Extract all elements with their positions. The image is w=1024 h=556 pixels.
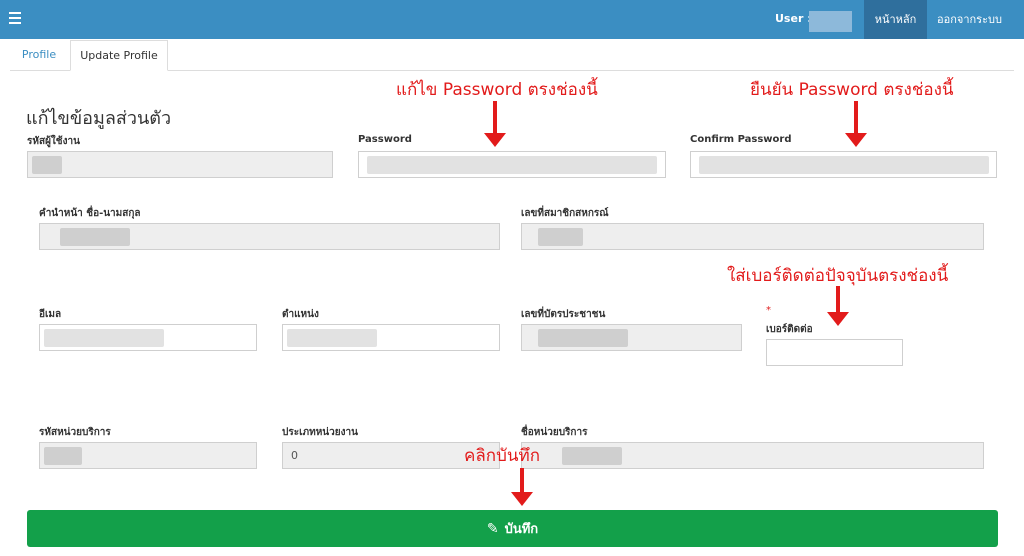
annotation-phone: ใส่เบอร์ติดต่อปัจจุบันตรงช่องนี้ bbox=[727, 266, 949, 286]
redacted-value bbox=[538, 228, 583, 246]
profile-tabs: Profile Update Profile bbox=[10, 40, 1014, 71]
redacted-value bbox=[538, 329, 628, 347]
unit-name-label: ชื่อหน่วยบริการ bbox=[521, 427, 588, 438]
top-navbar: User : หน้าหลัก ออกจากระบบ bbox=[0, 0, 1024, 39]
nav-home-link[interactable]: หน้าหลัก bbox=[864, 0, 927, 39]
annotation-password: แก้ไข Password ตรงช่องนี้ bbox=[396, 80, 598, 100]
arrow-down-icon bbox=[484, 101, 506, 147]
nav-logout-link[interactable]: ออกจากระบบ bbox=[927, 0, 1012, 39]
username-field bbox=[27, 151, 333, 178]
tab-update-profile[interactable]: Update Profile bbox=[70, 40, 168, 71]
arrow-down-icon bbox=[845, 101, 867, 147]
position-label: ตำแหน่ง bbox=[282, 309, 319, 320]
pencil-icon: ✎ bbox=[486, 520, 499, 537]
member-no-field bbox=[521, 223, 984, 250]
redacted-value bbox=[60, 228, 130, 246]
phone-label: เบอร์ติดต่อ bbox=[766, 324, 813, 335]
masked-password bbox=[367, 156, 657, 174]
fullname-label: คำนำหน้า ชื่อ-นามสกุล bbox=[39, 208, 141, 219]
confirm-password-label: Confirm Password bbox=[690, 134, 792, 145]
redacted-value bbox=[32, 156, 62, 174]
save-button[interactable]: ✎ บันทึก bbox=[27, 510, 998, 547]
page-title: แก้ไขข้อมูลส่วนตัว bbox=[26, 108, 172, 129]
phone-input[interactable] bbox=[766, 339, 903, 366]
redacted-value bbox=[562, 447, 622, 465]
password-label: Password bbox=[358, 134, 412, 145]
hamburger-icon[interactable] bbox=[9, 12, 21, 24]
id-card-label: เลขที่บัตรประชาชน bbox=[521, 309, 606, 320]
email-label: อีเมล bbox=[39, 309, 62, 320]
password-input[interactable] bbox=[358, 151, 666, 178]
redacted-value bbox=[44, 447, 82, 465]
user-label: User : bbox=[775, 12, 812, 25]
redacted-value bbox=[44, 329, 164, 347]
unit-type-label: ประเภทหน่วยงาน bbox=[282, 427, 358, 438]
annotation-confirm: ยืนยัน Password ตรงช่องนี้ bbox=[750, 80, 954, 100]
tab-profile[interactable]: Profile bbox=[10, 40, 68, 71]
unit-code-label: รหัสหน่วยบริการ bbox=[39, 427, 111, 438]
email-input[interactable] bbox=[39, 324, 257, 351]
user-name-redacted bbox=[809, 11, 852, 32]
fullname-field bbox=[39, 223, 500, 250]
confirm-password-input[interactable] bbox=[690, 151, 997, 178]
annotation-save: คลิกบันทึก bbox=[464, 446, 540, 466]
save-button-label: บันทึก bbox=[504, 522, 539, 537]
member-no-label: เลขที่สมาชิกสหกรณ์ bbox=[521, 208, 609, 219]
unit-name-field bbox=[521, 442, 984, 469]
position-input[interactable] bbox=[282, 324, 500, 351]
username-label: รหัสผู้ใช้งาน bbox=[27, 136, 80, 147]
arrow-down-icon bbox=[511, 468, 533, 506]
arrow-down-icon bbox=[827, 286, 849, 326]
masked-password bbox=[699, 156, 989, 174]
redacted-value bbox=[287, 329, 377, 347]
id-card-field bbox=[521, 324, 742, 351]
unit-code-field bbox=[39, 442, 257, 469]
required-marker: * bbox=[766, 305, 771, 316]
